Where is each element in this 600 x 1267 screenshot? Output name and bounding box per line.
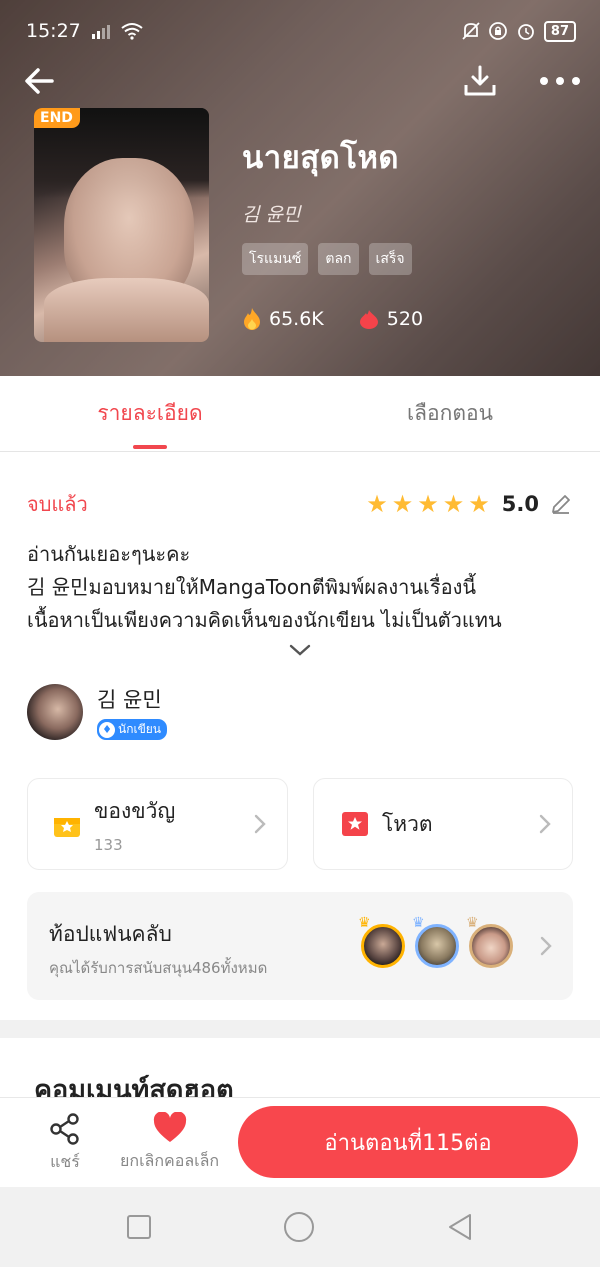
cover-image	[34, 108, 209, 342]
battery-indicator: 87	[543, 20, 576, 42]
star-icon: ★	[366, 490, 388, 518]
continue-reading-button[interactable]: อ่านตอนที่115ต่อ	[238, 1106, 578, 1178]
views-count: 65.6K	[269, 308, 324, 330]
genre-tag[interactable]: ตลก	[318, 243, 359, 275]
system-navigation-bar	[0, 1187, 600, 1267]
gift-label: ของขวัญ	[94, 798, 176, 823]
writer-badge: ♦ นักเขียน	[97, 719, 168, 740]
star-icon: ★	[442, 490, 465, 518]
wifi-icon	[121, 23, 143, 40]
end-badge: END	[34, 108, 80, 128]
recents-square-icon[interactable]	[126, 1214, 152, 1240]
genre-tag[interactable]: เสร็จ	[368, 243, 412, 275]
completion-status: จบแล้ว	[27, 492, 88, 516]
fanclub-subtitle: คุณได้รับการสนับสนุน486ทั้งหมด	[49, 959, 268, 977]
active-tab-indicator	[133, 445, 167, 449]
vote-ticket-icon	[342, 812, 368, 836]
fire-icon	[244, 308, 260, 330]
hot-comments-section: คอมเมนท์สดฮอต	[0, 1038, 600, 1106]
chevron-right-icon	[540, 936, 552, 956]
fan-avatar[interactable]: ♛	[412, 915, 459, 968]
vote-card[interactable]: โหวต	[313, 778, 573, 870]
chevron-down-icon	[289, 644, 311, 656]
star-icon: ★	[417, 490, 439, 518]
home-circle-icon[interactable]	[283, 1211, 315, 1243]
gift-card[interactable]: ของขวัญ 133	[27, 778, 288, 870]
description-line: อ่านกันเยอะๆนะคะ	[27, 542, 191, 566]
fanclub-title: ท้อปแฟนคลับ	[49, 922, 172, 946]
share-icon	[50, 1113, 79, 1145]
uncollect-button[interactable]: ยกเลิกคอลเล็ก	[120, 1112, 219, 1174]
alarm-icon	[518, 24, 534, 40]
writer-badge-icon: ♦	[99, 721, 115, 738]
details-panel: จบแล้ว ★ ★ ★ ★ ★ 5.0 อ่านกันเยอะๆนะคะ 김 …	[0, 452, 600, 1020]
tab-bar: รายละเอียด เลือกตอน	[0, 376, 600, 452]
likes-count: 520	[386, 308, 424, 330]
expand-description-button[interactable]	[288, 642, 312, 661]
gift-icon	[54, 818, 80, 837]
status-bar: 15:27 87	[26, 16, 576, 46]
back-triangle-icon[interactable]	[446, 1212, 474, 1242]
back-button[interactable]	[18, 59, 62, 103]
download-icon	[464, 65, 496, 96]
description-line: 김 윤민มอบหมายให้MangaToonตีพิมพ์ผลงานเรื่อ…	[27, 575, 477, 599]
author-avatar[interactable]	[27, 684, 83, 740]
vote-label: โหวต	[382, 811, 433, 836]
chevron-right-icon	[254, 814, 266, 834]
author-profile[interactable]: 김 윤민 ♦ นักเขียน	[27, 684, 168, 740]
description: อ่านกันเยอะๆนะคะ 김 윤민มอบหมายให้MangaToon…	[27, 538, 580, 637]
edit-pencil-icon[interactable]	[549, 492, 573, 516]
comic-title: นายสุดโหด	[242, 140, 400, 176]
fan-avatar[interactable]: ♛	[466, 915, 513, 968]
signal-icon	[91, 25, 110, 39]
description-line: เนื้อหาเป็นเพียงความคิดเห็นของนักเขียน ไ…	[27, 608, 502, 632]
writer-badge-label: นักเขียน	[118, 722, 162, 736]
more-options-button[interactable]	[538, 59, 582, 103]
chevron-right-icon	[539, 814, 551, 834]
download-button[interactable]	[458, 59, 502, 103]
author-name: 김 윤민	[97, 688, 162, 712]
rating-score: 5.0	[501, 492, 539, 516]
tab-details[interactable]: รายละเอียด	[0, 376, 300, 451]
hero-header: 15:27 87 END นายสุดโหด 김 윤민 โรแมนซ์ ตลก …	[0, 0, 600, 376]
mute-icon	[462, 22, 480, 40]
rating[interactable]: ★ ★ ★ ★ ★ 5.0	[366, 492, 573, 516]
top-fanclub-card[interactable]: ท้อปแฟนคลับ คุณได้รับการสนับสนุน486ทั้งห…	[27, 892, 573, 1000]
comic-author[interactable]: 김 윤민	[242, 200, 423, 227]
star-icon: ★	[391, 490, 414, 518]
uncollect-label: ยกเลิกคอลเล็ก	[120, 1151, 220, 1170]
status-time: 15:27	[26, 20, 81, 42]
bottom-action-bar: แชร์ ยกเลิกคอลเล็ก อ่านตอนที่115ต่อ	[0, 1097, 600, 1187]
lock-rotation-icon	[489, 22, 507, 40]
tab-episodes[interactable]: เลือกตอน	[300, 376, 600, 451]
share-button[interactable]: แชร์	[48, 1112, 82, 1175]
share-label: แชร์	[50, 1152, 80, 1171]
star-icon: ★	[468, 490, 490, 518]
fan-avatar[interactable]: ♛	[358, 915, 405, 968]
like-icon	[359, 310, 378, 329]
likes-stat: 520	[358, 308, 423, 330]
tab-details-label: รายละเอียด	[97, 401, 203, 425]
gift-count: 133	[94, 835, 123, 854]
genre-tag[interactable]: โรแมนซ์	[242, 243, 309, 275]
more-dots-icon	[540, 77, 580, 85]
views-stat: 65.6K	[242, 307, 324, 331]
heart-icon	[153, 1112, 186, 1142]
back-arrow-icon	[25, 68, 54, 94]
tab-episodes-label: เลือกตอน	[407, 401, 493, 425]
